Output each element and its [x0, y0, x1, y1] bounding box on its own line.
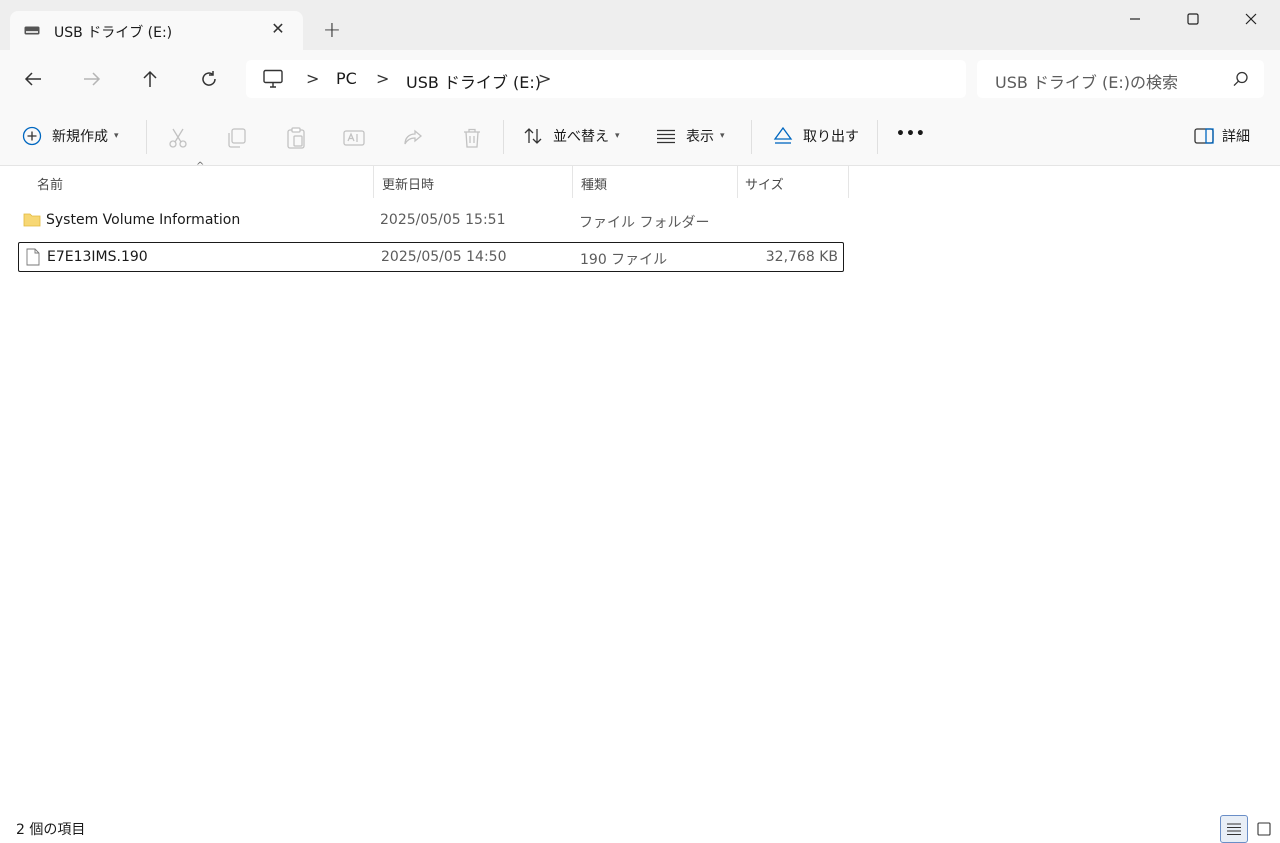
arrow-up-icon	[143, 70, 157, 87]
new-tab-button[interactable]: +	[320, 19, 344, 43]
file-row[interactable]: System Volume Information 2025/05/05 15:…	[18, 206, 844, 236]
up-button[interactable]	[134, 64, 166, 94]
more-options-button[interactable]: •••	[896, 126, 926, 142]
tab-title: USB ドライブ (E:)	[54, 25, 173, 41]
minimize-button[interactable]	[1106, 0, 1164, 38]
column-header-size[interactable]: サイズ	[738, 166, 848, 198]
status-item-count: 2 個の項目	[16, 822, 86, 838]
close-window-button[interactable]	[1222, 0, 1280, 38]
breadcrumb-separator-icon[interactable]: >	[376, 69, 389, 88]
column-header-label: 種類	[581, 178, 608, 193]
view-button[interactable]: 表示 ▾	[656, 126, 725, 146]
usb-drive-icon	[24, 26, 40, 35]
column-divider[interactable]	[848, 166, 849, 198]
large-icons-view-button[interactable]	[1250, 815, 1278, 843]
breadcrumb-usb-drive[interactable]: USB ドライブ (E:)	[406, 69, 541, 93]
column-header-label: 名前	[37, 178, 64, 193]
back-button[interactable]	[17, 64, 49, 94]
address-bar[interactable]: > PC > USB ドライブ (E:) >	[246, 60, 966, 98]
maximize-button[interactable]	[1164, 0, 1222, 38]
breadcrumb-pc[interactable]: PC	[336, 69, 357, 88]
file-type: ファイル フォルダー	[579, 215, 710, 231]
details-view-button[interactable]	[1220, 815, 1248, 843]
monitor-icon	[263, 69, 283, 88]
file-icon	[26, 248, 40, 266]
forward-button[interactable]	[76, 64, 108, 94]
title-bar: USB ドライブ (E:) ✕ +	[0, 0, 1280, 50]
file-size: 32,768 KB	[765, 249, 838, 265]
plus-circle-icon	[22, 126, 42, 146]
search-icon	[1233, 71, 1248, 87]
file-type: 190 ファイル	[580, 252, 668, 268]
view-list-icon	[657, 129, 675, 144]
details-view-icon	[1227, 823, 1241, 836]
file-date: 2025/05/05 14:50	[381, 249, 507, 265]
details-pane-icon	[1194, 128, 1214, 144]
divider	[503, 120, 504, 154]
copy-icon[interactable]	[225, 126, 249, 150]
column-header-name[interactable]: 名前	[0, 166, 374, 198]
details-pane-button[interactable]: 詳細	[1194, 126, 1250, 146]
sort-button[interactable]: 並べ替え ▾	[523, 126, 620, 146]
navigation-bar: > PC > USB ドライブ (E:) > USB ドライブ (E:)の検索	[0, 50, 1280, 108]
details-pane-label: 詳細	[1222, 129, 1250, 145]
divider	[751, 120, 752, 154]
new-button-label: 新規作成	[52, 129, 108, 145]
close-icon	[1245, 13, 1257, 25]
more-options-icon: •••	[896, 126, 926, 142]
column-header-type[interactable]: 種類	[573, 166, 738, 198]
file-date: 2025/05/05 15:51	[380, 212, 506, 228]
breadcrumb-separator-icon[interactable]: >	[306, 69, 319, 88]
cut-icon[interactable]	[166, 126, 190, 150]
command-bar: 新規作成 ▾ 並べ替え ▾ 表示 ▾ 取り出す ••• 詳細	[0, 108, 1280, 166]
chevron-down-icon: ▾	[720, 131, 725, 141]
refresh-button[interactable]	[193, 64, 225, 94]
column-header-label: サイズ	[745, 178, 784, 193]
divider	[146, 120, 147, 154]
refresh-icon	[202, 71, 216, 86]
eject-button[interactable]: 取り出す	[773, 126, 859, 146]
minimize-icon	[1130, 18, 1140, 20]
breadcrumb-separator-icon[interactable]: >	[538, 69, 551, 88]
search-input[interactable]: USB ドライブ (E:)の検索	[995, 69, 1178, 93]
paste-icon[interactable]	[284, 126, 308, 150]
tab-close-icon[interactable]: ✕	[268, 19, 288, 39]
chevron-down-icon: ▾	[615, 131, 620, 141]
divider	[877, 120, 878, 154]
tiles-view-icon	[1257, 822, 1271, 836]
search-box[interactable]: USB ドライブ (E:)の検索	[977, 60, 1264, 98]
file-name: E7E13IMS.190	[47, 249, 148, 265]
rename-icon[interactable]	[342, 126, 366, 150]
view-button-label: 表示	[686, 129, 714, 145]
column-header-label: 更新日時	[382, 178, 435, 193]
chevron-down-icon: ▾	[114, 131, 119, 141]
folder-icon	[23, 213, 41, 227]
sort-icon	[524, 128, 542, 144]
sort-button-label: 並べ替え	[553, 129, 609, 145]
eject-button-label: 取り出す	[803, 129, 859, 145]
file-name: System Volume Information	[46, 212, 241, 228]
delete-icon[interactable]	[460, 126, 484, 150]
file-row[interactable]: E7E13IMS.190 2025/05/05 14:50 190 ファイル 3…	[18, 242, 844, 272]
maximize-icon	[1187, 13, 1199, 25]
arrow-right-icon	[84, 72, 101, 86]
eject-icon	[773, 126, 793, 144]
new-button[interactable]: 新規作成 ▾	[22, 126, 119, 146]
arrow-left-icon	[24, 72, 41, 86]
column-header-date[interactable]: 更新日時	[374, 166, 573, 198]
tab-usb-drive[interactable]: USB ドライブ (E:) ✕	[10, 11, 303, 50]
share-icon[interactable]	[401, 126, 425, 150]
